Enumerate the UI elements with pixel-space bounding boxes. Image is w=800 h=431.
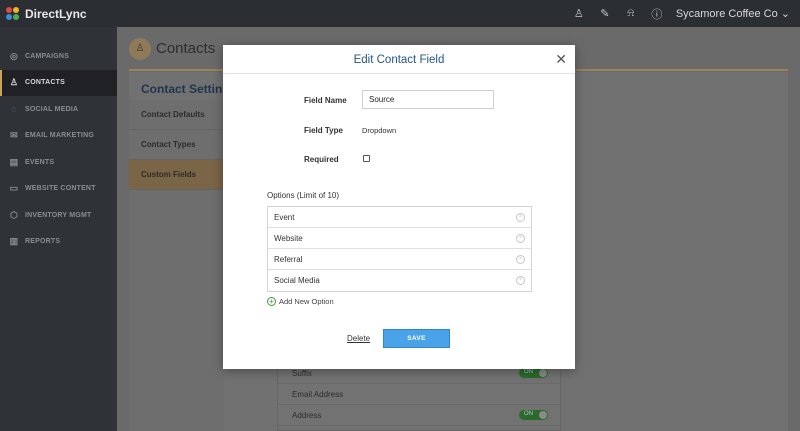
sidebar-item-reports[interactable]: ▥ REPORTS bbox=[0, 229, 117, 256]
envelope-icon: ✉ bbox=[10, 130, 18, 141]
contact-icon: ♙ bbox=[9, 77, 19, 88]
box-icon: ⬡ bbox=[9, 209, 19, 220]
add-new-option-label: Add New Option bbox=[279, 297, 334, 306]
remove-option-icon[interactable]: × bbox=[516, 276, 525, 285]
options-list: Event × Website × Referral × Social Media × bbox=[267, 206, 532, 292]
field-type-value: Dropdown bbox=[362, 126, 397, 135]
bar-chart-icon: ▥ bbox=[9, 236, 19, 247]
logo-mark-icon bbox=[6, 6, 20, 21]
add-new-option-button[interactable]: + Add New Option bbox=[267, 297, 334, 306]
user-icon[interactable]: ♙ bbox=[566, 7, 592, 20]
option-row[interactable]: Referral × bbox=[268, 249, 531, 270]
option-label: Referral bbox=[274, 254, 303, 264]
toggle-knob bbox=[539, 411, 547, 419]
modal-divider bbox=[223, 73, 575, 74]
visibility-toggle[interactable]: ON bbox=[519, 410, 548, 420]
contact-icon: ♙ bbox=[129, 38, 151, 60]
sidebar-item-social-media[interactable]: ◌ SOCIAL MEDIA bbox=[0, 96, 117, 123]
app-name: DirectLync bbox=[25, 6, 87, 21]
required-label: Required bbox=[304, 155, 339, 164]
account-menu[interactable]: Sycamore Coffee Co ⌄ bbox=[676, 7, 790, 20]
sidebar-item-label: EVENTS bbox=[25, 158, 55, 166]
help-icon[interactable]: ⓘ bbox=[644, 6, 670, 22]
sidebar-item-contacts[interactable]: ♙ CONTACTS bbox=[0, 69, 117, 96]
chat-icon: ◌ bbox=[11, 104, 17, 115]
top-bar: DirectLync ♙ ✎ ⍾ ⓘ Sycamore Coffee Co ⌄ bbox=[0, 0, 800, 27]
edit-contact-field-modal: Edit Contact Field ✕ Field Name Field Ty… bbox=[223, 45, 575, 369]
sidebar-item-label: WEBSITE CONTENT bbox=[25, 185, 96, 193]
sidebar-item-label: CAMPAIGNS bbox=[25, 52, 70, 60]
settings-tabs: Contact Defaults Contact Types Custom Fiel… bbox=[129, 100, 224, 431]
field-name-input[interactable] bbox=[362, 90, 494, 109]
tab-custom-fields[interactable]: Custom Fields bbox=[129, 160, 224, 190]
remove-option-icon[interactable]: × bbox=[516, 233, 525, 243]
sidebar-item-label: INVENTORY MGMT bbox=[25, 211, 92, 219]
toggle-label: ON bbox=[524, 411, 533, 417]
sidebar-item-inventory-mgmt[interactable]: ⬡ INVENTORY MGMT bbox=[0, 202, 117, 229]
sidebar-item-campaigns[interactable]: ◎ CAMPAIGNS bbox=[0, 43, 117, 70]
option-row[interactable]: Social Media × bbox=[268, 270, 531, 291]
field-type-label: Field Type bbox=[304, 126, 343, 135]
option-label: Event bbox=[274, 212, 295, 222]
tab-contact-types[interactable]: Contact Types bbox=[129, 130, 224, 160]
tab-contact-defaults[interactable]: Contact Defaults bbox=[129, 100, 224, 130]
required-checkbox[interactable] bbox=[363, 155, 370, 162]
account-name: Sycamore Coffee Co bbox=[675, 8, 778, 20]
sidebar-item-events[interactable]: ▤ EVENTS bbox=[0, 149, 117, 176]
save-button[interactable]: SAVE bbox=[383, 329, 450, 348]
toggle-knob bbox=[539, 369, 547, 377]
sidebar: ◎ CAMPAIGNS ♙ CONTACTS ◌ SOCIAL MEDIA ✉ EMAIL M… bbox=[0, 27, 117, 431]
option-label: Social Media bbox=[274, 276, 320, 285]
option-row[interactable]: Event × bbox=[268, 207, 531, 228]
sidebar-item-email-marketing[interactable]: ✉ EMAIL MARKETING bbox=[0, 123, 117, 150]
sidebar-item-label: REPORTS bbox=[25, 238, 61, 246]
remove-option-icon[interactable]: × bbox=[516, 254, 525, 264]
field-label: Address bbox=[292, 410, 322, 420]
monitor-icon: ▭ bbox=[9, 183, 19, 194]
remove-option-icon[interactable]: × bbox=[516, 212, 525, 222]
option-row[interactable]: Website × bbox=[268, 228, 531, 249]
field-name-label: Field Name bbox=[304, 96, 347, 105]
edit-icon[interactable]: ✎ bbox=[592, 7, 618, 20]
calendar-icon: ▤ bbox=[9, 156, 19, 167]
options-label: Options (Limit of 10) bbox=[267, 191, 340, 200]
bell-icon[interactable]: ⍾ bbox=[618, 7, 644, 20]
custom-fields-list: Suffix ON Email Address Address ON bbox=[277, 362, 561, 431]
sidebar-item-label: EMAIL MARKETING bbox=[25, 132, 94, 140]
sidebar-item-label: CONTACTS bbox=[25, 79, 65, 87]
field-label: Suffix bbox=[292, 368, 312, 378]
chevron-down-icon: ⌄ bbox=[780, 8, 790, 20]
sidebar-item-label: SOCIAL MEDIA bbox=[25, 105, 79, 113]
app-logo[interactable]: DirectLync bbox=[6, 6, 87, 21]
plus-circle-icon: + bbox=[267, 297, 276, 306]
visibility-toggle[interactable]: ON bbox=[519, 368, 548, 378]
option-label: Website bbox=[274, 233, 303, 243]
modal-title: Edit Contact Field bbox=[353, 54, 445, 66]
page-title: Contacts bbox=[156, 40, 216, 57]
field-row: Email Address bbox=[278, 384, 560, 405]
sidebar-item-website-content[interactable]: ▭ WEBSITE CONTENT bbox=[0, 176, 117, 203]
target-icon: ◎ bbox=[9, 50, 19, 61]
field-label: Email Address bbox=[292, 389, 344, 399]
delete-link[interactable]: Delete bbox=[347, 334, 370, 343]
toggle-label: ON bbox=[524, 369, 533, 375]
close-icon[interactable]: ✕ bbox=[555, 52, 567, 66]
field-row: Address ON bbox=[278, 405, 560, 426]
